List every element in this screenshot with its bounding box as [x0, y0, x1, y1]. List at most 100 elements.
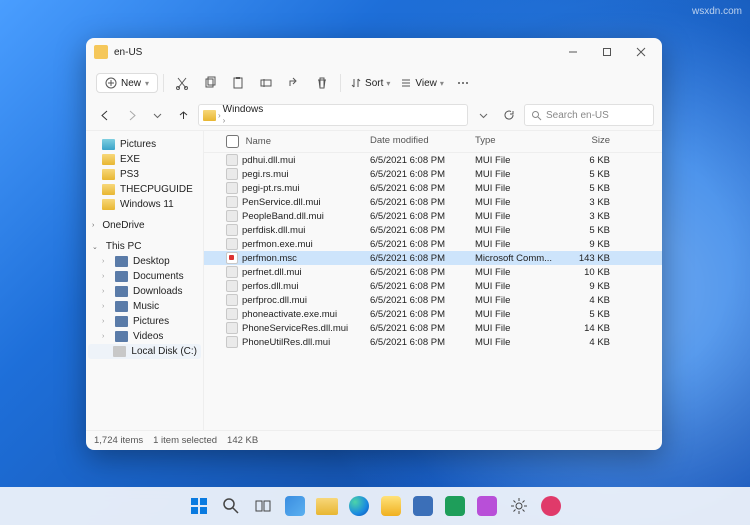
nav-icon [102, 154, 115, 165]
file-row[interactable]: perfnet.dll.mui6/5/2021 6:08 PMMUI File1… [204, 265, 662, 279]
nav-item[interactable]: ›Downloads [88, 284, 201, 299]
nav-icon [115, 271, 128, 282]
taskview-button[interactable] [249, 492, 277, 520]
refresh-button[interactable] [498, 104, 520, 126]
file-row[interactable]: perfdisk.dll.mui6/5/2021 6:08 PMMUI File… [204, 223, 662, 237]
addr-dropdown[interactable] [472, 104, 494, 126]
explorer-button[interactable] [313, 492, 341, 520]
nav-label: THECPUGUIDE [120, 184, 193, 195]
nav-item[interactable]: THECPUGUIDE [88, 182, 201, 197]
file-row[interactable]: pegi.rs.mui6/5/2021 6:08 PMMUI File5 KB [204, 167, 662, 181]
file-icon [226, 322, 238, 334]
file-row[interactable]: perfmon.msc6/5/2021 6:08 PMMicrosoft Com… [204, 251, 662, 265]
app2-button[interactable] [441, 492, 469, 520]
start-button[interactable] [185, 492, 213, 520]
copy-button[interactable] [197, 70, 223, 96]
recent-button[interactable] [146, 104, 168, 126]
close-button[interactable] [624, 38, 658, 66]
file-date: 6/5/2021 6:08 PM [370, 281, 475, 292]
search-icon [531, 110, 542, 121]
app-button[interactable] [377, 492, 405, 520]
sort-button[interactable]: Sort ▾ [346, 77, 394, 89]
minimize-button[interactable] [556, 38, 590, 66]
file-type: MUI File [475, 323, 570, 334]
file-icon [226, 308, 238, 320]
nav-icon [102, 169, 115, 180]
file-size: 3 KB [570, 197, 620, 208]
nav-item[interactable]: ›Videos [88, 329, 201, 344]
column-headers[interactable]: Name Date modified Type Size [204, 131, 662, 153]
file-type: MUI File [475, 169, 570, 180]
up-button[interactable] [172, 104, 194, 126]
file-row[interactable]: pdhui.dll.mui6/5/2021 6:08 PMMUI File6 K… [204, 153, 662, 167]
file-name: perfproc.dll.mui [242, 295, 307, 306]
titlebar[interactable]: en-US [86, 38, 662, 66]
thispc-group[interactable]: ⌄This PC [88, 239, 201, 254]
search-button[interactable] [217, 492, 245, 520]
file-name: pegi.rs.mui [242, 169, 288, 180]
new-button[interactable]: New ▾ [96, 73, 158, 93]
file-row[interactable]: perfmon.exe.mui6/5/2021 6:08 PMMUI File9… [204, 237, 662, 251]
edge-button[interactable] [345, 492, 373, 520]
file-icon [226, 280, 238, 292]
file-name: PhoneUtilRes.dll.mui [242, 337, 330, 348]
taskbar[interactable] [0, 487, 750, 525]
nav-item[interactable]: ›Pictures [88, 314, 201, 329]
file-type: MUI File [475, 337, 570, 348]
nav-item[interactable]: EXE [88, 152, 201, 167]
file-date: 6/5/2021 6:08 PM [370, 225, 475, 236]
nav-item[interactable]: ›Documents [88, 269, 201, 284]
select-all-checkbox[interactable] [226, 135, 239, 148]
settings-button[interactable] [505, 492, 533, 520]
file-row[interactable]: PhoneUtilRes.dll.mui6/5/2021 6:08 PMMUI … [204, 335, 662, 349]
folder-icon [94, 45, 108, 59]
separator [163, 74, 164, 92]
file-type: MUI File [475, 239, 570, 250]
address-row: › This PC›Local Disk (C:)›Windows›System… [86, 100, 662, 130]
file-row[interactable]: PhoneServiceRes.dll.mui6/5/2021 6:08 PMM… [204, 321, 662, 335]
more-button[interactable] [450, 70, 476, 96]
file-row[interactable]: perfos.dll.mui6/5/2021 6:08 PMMUI File9 … [204, 279, 662, 293]
nav-item[interactable]: Local Disk (C:) [88, 344, 201, 359]
file-name: PenService.dll.mui [242, 197, 321, 208]
chevron-down-icon: ▾ [386, 79, 390, 88]
nav-item[interactable]: ›Desktop [88, 254, 201, 269]
file-row[interactable]: phoneactivate.exe.mui6/5/2021 6:08 PMMUI… [204, 307, 662, 321]
nav-item[interactable]: PS3 [88, 167, 201, 182]
nav-label: Desktop [133, 256, 170, 267]
paste-button[interactable] [225, 70, 251, 96]
file-date: 6/5/2021 6:08 PM [370, 267, 475, 278]
widgets-button[interactable] [281, 492, 309, 520]
file-row[interactable]: PenService.dll.mui6/5/2021 6:08 PMMUI Fi… [204, 195, 662, 209]
share-button[interactable] [281, 70, 307, 96]
address-bar[interactable]: › This PC›Local Disk (C:)›Windows›System… [198, 104, 468, 126]
file-row[interactable]: pegi-pt.rs.mui6/5/2021 6:08 PMMUI File5 … [204, 181, 662, 195]
folder-icon [203, 110, 216, 121]
chevron-down-icon: ▾ [440, 79, 444, 88]
app3-button[interactable] [473, 492, 501, 520]
file-type: MUI File [475, 295, 570, 306]
nav-item[interactable]: ›Music [88, 299, 201, 314]
view-button[interactable]: View ▾ [396, 77, 448, 89]
navigation-pane[interactable]: PicturesEXEPS3 THECPUGUIDE Windows 11 ›One… [86, 131, 204, 430]
back-button[interactable] [94, 104, 116, 126]
nav-icon [115, 331, 128, 342]
search-box[interactable]: Search en-US [524, 104, 654, 126]
nav-item[interactable]: Pictures [88, 137, 201, 152]
maximize-button[interactable] [590, 38, 624, 66]
file-name: pdhui.dll.mui [242, 155, 295, 166]
nav-icon [115, 301, 128, 312]
nav-item[interactable]: Windows 11 [88, 197, 201, 212]
delete-button[interactable] [309, 70, 335, 96]
file-row[interactable]: perfproc.dll.mui6/5/2021 6:08 PMMUI File… [204, 293, 662, 307]
file-row[interactable]: PeopleBand.dll.mui6/5/2021 6:08 PMMUI Fi… [204, 209, 662, 223]
forward-button[interactable] [120, 104, 142, 126]
window-title: en-US [114, 47, 556, 58]
app4-button[interactable] [537, 492, 565, 520]
breadcrumb-segment[interactable]: Windows [223, 104, 289, 115]
cut-button[interactable] [169, 70, 195, 96]
file-icon [226, 154, 238, 166]
onedrive-group[interactable]: ›OneDrive [88, 218, 201, 233]
store-button[interactable] [409, 492, 437, 520]
rename-button[interactable] [253, 70, 279, 96]
